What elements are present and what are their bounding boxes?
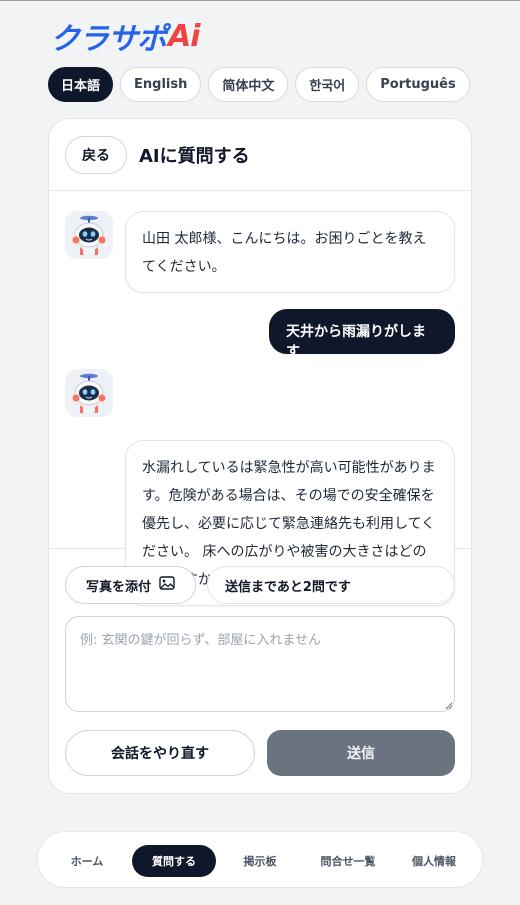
nav-board[interactable]: 掲示板 xyxy=(228,845,292,877)
top-border xyxy=(0,0,520,1)
logo-text-ai: Ai xyxy=(168,18,201,54)
resize-handle-icon[interactable] xyxy=(445,702,453,710)
back-button[interactable]: 戻る xyxy=(65,135,127,174)
chat-card: 戻る AIに質問する 山田 太郎様、こんにちは。お困りごとを教えてください。 天… xyxy=(48,118,472,794)
bot-message-1: 山田 太郎様、こんにちは。お困りごとを教えてください。 xyxy=(125,211,455,293)
bot-avatar-icon xyxy=(65,369,113,417)
attach-photo-button[interactable]: 写真を添付 xyxy=(65,566,196,604)
nav-home[interactable]: ホーム xyxy=(52,845,122,877)
user-message-1: 天井から雨漏りがします xyxy=(269,309,455,360)
app-logo[interactable]: クラサポ Ai xyxy=(50,16,201,58)
lang-japanese[interactable]: 日本語 xyxy=(48,67,114,102)
image-icon xyxy=(159,576,175,594)
message-input[interactable] xyxy=(65,616,455,712)
lang-chinese[interactable]: 简体中文 xyxy=(208,67,289,102)
language-selector: 日本語 English 简体中文 한국어 Português xyxy=(48,67,470,102)
bottom-nav: ホーム 質問する 掲示板 問合せ一覧 個人情報 xyxy=(37,831,483,888)
restart-conversation-button[interactable]: 会話をやり直す xyxy=(65,730,255,776)
bot-avatar-icon xyxy=(65,211,113,259)
lang-korean[interactable]: 한국어 xyxy=(295,67,360,102)
logo-text-jp: クラサポ xyxy=(50,22,167,57)
composer: 写真を添付 送信まであと2問です 会話をやり直す 送信 xyxy=(49,549,471,793)
send-button[interactable]: 送信 xyxy=(267,730,455,776)
nav-ask[interactable]: 質問する xyxy=(132,845,216,877)
attach-photo-label: 写真を添付 xyxy=(85,579,151,595)
chat-area[interactable]: 山田 太郎様、こんにちは。お困りごとを教えてください。 天井から雨漏りがします … xyxy=(49,191,471,606)
lang-english[interactable]: English xyxy=(120,67,202,102)
questions-remaining-badge: 送信まであと2問です xyxy=(207,566,455,604)
nav-profile[interactable]: 個人情報 xyxy=(398,845,470,877)
card-header: 戻る AIに質問する xyxy=(49,119,471,191)
page-title: AIに質問する xyxy=(139,145,250,167)
lang-portuguese[interactable]: Português xyxy=(366,67,470,102)
nav-inquiries[interactable]: 問合せ一覧 xyxy=(306,845,390,877)
